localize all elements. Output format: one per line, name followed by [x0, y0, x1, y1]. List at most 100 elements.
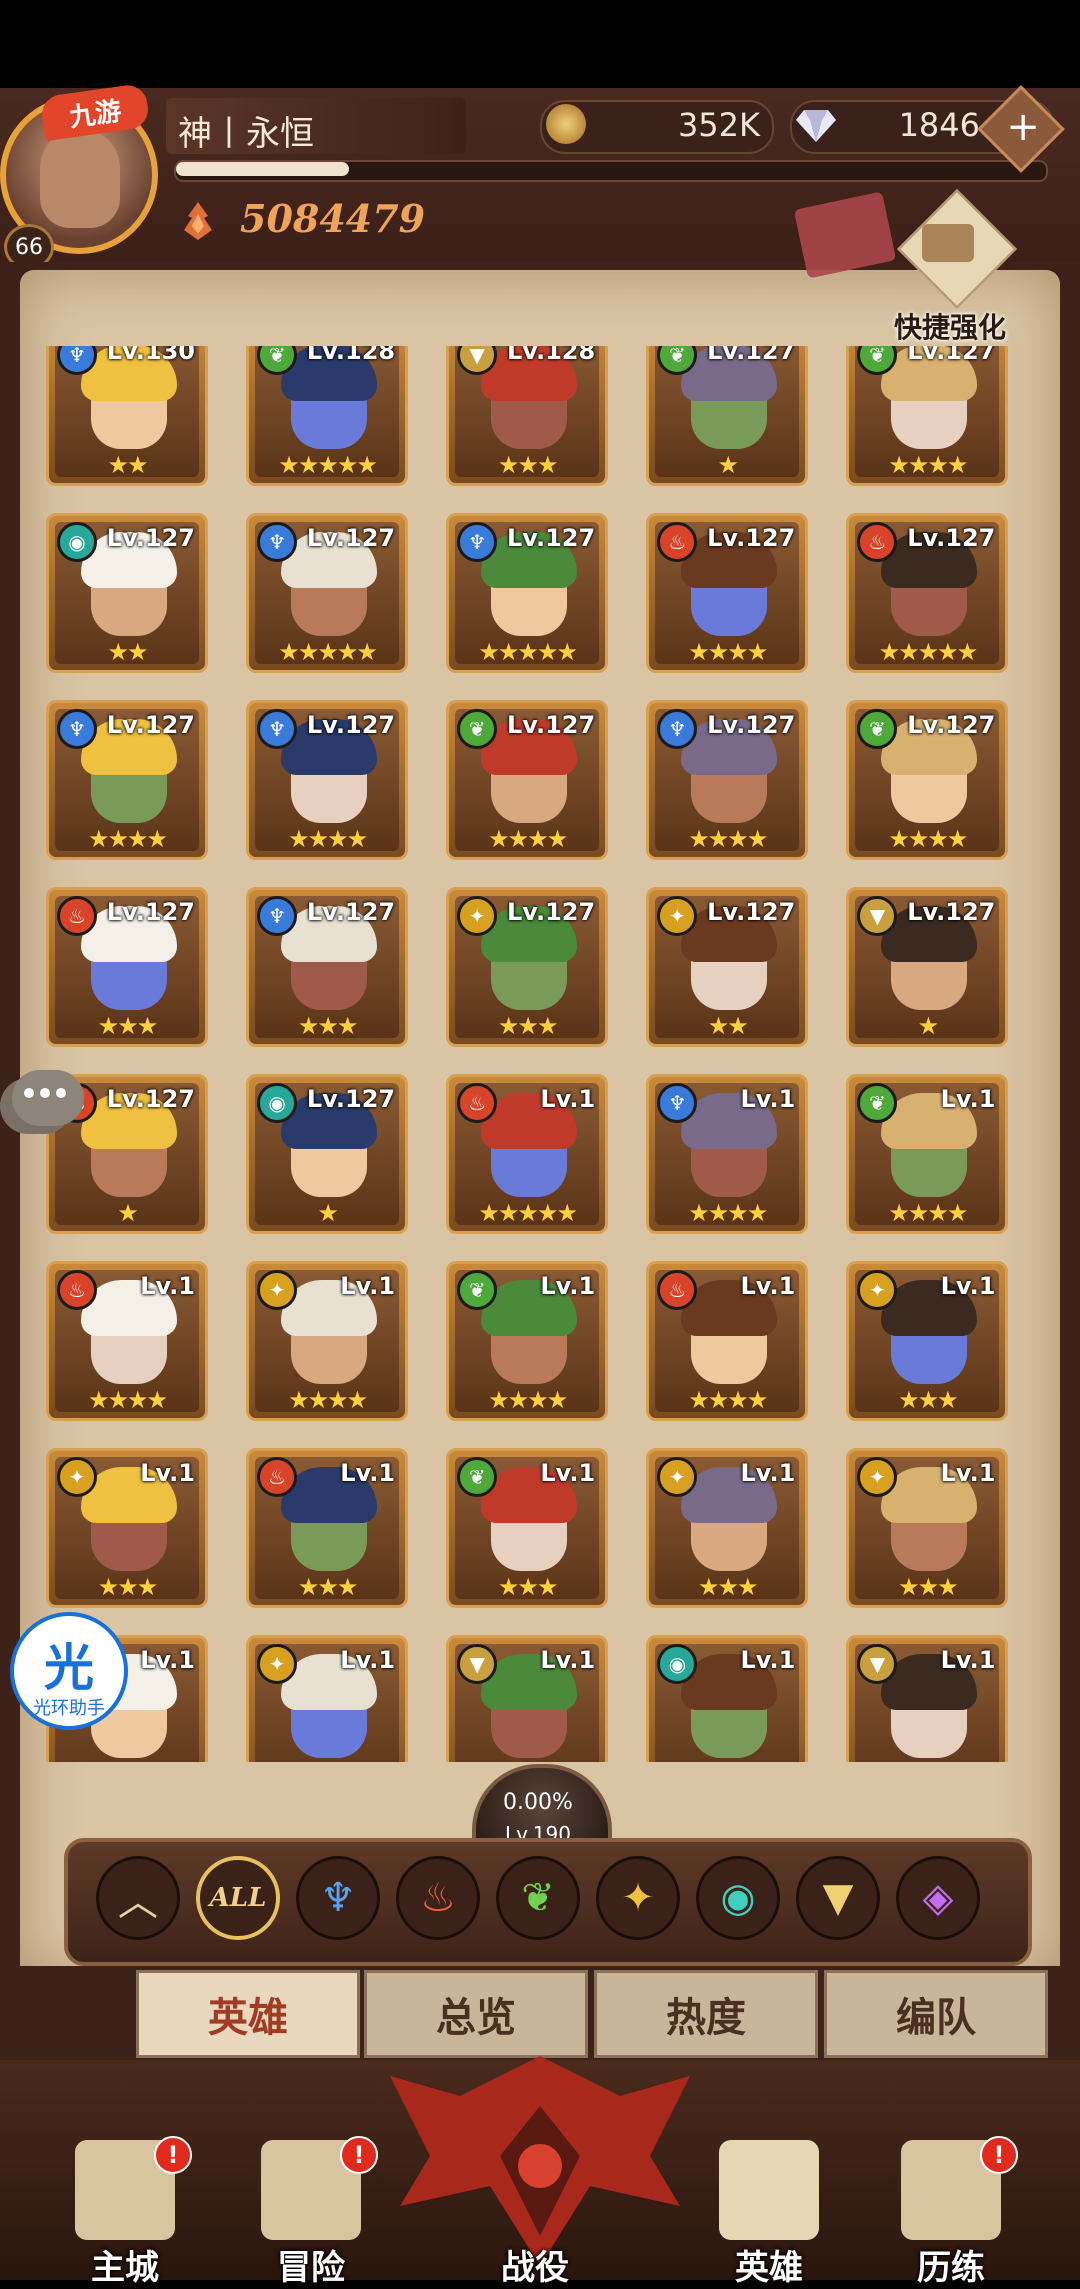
hero-card[interactable]: ❦ Lv.1 ★★★: [446, 1448, 609, 1609]
hero-stars: ★★★★: [288, 825, 368, 854]
hero-stars: ★★★★★: [478, 1199, 578, 1228]
hero-card[interactable]: ♆ Lv.127 ★★★★★: [446, 513, 609, 674]
tab-formation[interactable]: 编队: [824, 1970, 1048, 2058]
filter-water-button[interactable]: ♆: [296, 1856, 380, 1940]
hero-card[interactable]: ✦ Lv.127 ★★★: [446, 887, 609, 1048]
hero-card[interactable]: ✦ Lv.1 ★★★: [846, 1261, 1009, 1422]
hero-level: Lv.127: [707, 524, 796, 553]
nav-heroes[interactable]: 英雄: [694, 2140, 844, 2288]
chat-bubble-icon[interactable]: [0, 1064, 84, 1140]
filter-fire-button[interactable]: ♨: [396, 1856, 480, 1940]
nav-label: 英雄: [735, 2248, 803, 2288]
filter-nature-button[interactable]: ❦: [496, 1856, 580, 1940]
nav-campaign[interactable]: 战役: [460, 2140, 610, 2288]
tab-heroes[interactable]: 英雄: [136, 1970, 360, 2058]
hero-level: Lv.127: [506, 711, 596, 740]
hero-card[interactable]: ❦ Lv.127 ★★★★: [846, 700, 1009, 861]
hero-stars: ★★★: [97, 1573, 159, 1602]
nav-adventure[interactable]: ! 冒险: [236, 2136, 386, 2288]
water-icon: ♆: [457, 522, 498, 563]
hero-card[interactable]: ♆ Lv.130 ★★: [46, 346, 208, 486]
assistant-helper-button[interactable]: 光 光环助手: [10, 1612, 128, 1730]
hero-card[interactable]: ❦ Lv.1 ★★★★: [446, 1261, 609, 1422]
water-icon: ♆: [320, 1875, 356, 1921]
hero-level: Lv.127: [907, 711, 996, 740]
hero-stars: ★★★★: [488, 1386, 568, 1415]
hero-card[interactable]: ♨ Lv.1 ★★★★: [46, 1261, 208, 1422]
hero-level: Lv.1: [740, 1085, 796, 1114]
all-label: ALL: [209, 1883, 267, 1913]
hero-level: Lv.127: [907, 898, 996, 927]
fire-icon: ♨: [57, 1270, 97, 1311]
hero-stars: ★★★★: [288, 1386, 368, 1415]
hero-card[interactable]: ♨ Lv.127 ★★★★★: [846, 513, 1009, 674]
hero-level: Lv.1: [940, 1646, 996, 1675]
hero-level: Lv.127: [306, 898, 396, 927]
helper-glyph: 光: [44, 1639, 94, 1697]
nav-main-city[interactable]: ! 主城: [50, 2136, 200, 2288]
hero-card[interactable]: ♆ Lv.127 ★★★★★: [246, 513, 409, 674]
hero-card[interactable]: ♨ Lv.127 ★★★: [46, 887, 208, 1048]
filter-collapse-button[interactable]: ︿: [96, 1856, 180, 1940]
hero-card[interactable]: ♆ Lv.127 ★★★★: [46, 700, 208, 861]
filter-eye-button[interactable]: ◉: [696, 1856, 780, 1940]
sun-icon: ✦: [621, 1875, 655, 1921]
hero-card[interactable]: ❦ Lv.1 ★★★★: [846, 1074, 1009, 1235]
hero-stars: ★★★★★: [278, 638, 378, 667]
hero-card[interactable]: ◉ Lv.127 ★: [246, 1074, 409, 1235]
hero-stars: ★★: [107, 638, 148, 667]
nav-label: 冒险: [277, 2248, 345, 2288]
nav-label: 主城: [91, 2248, 159, 2288]
hero-card[interactable]: ✦ Lv.1 ★★★: [846, 1448, 1009, 1609]
filter-light-button[interactable]: ▼: [796, 1856, 880, 1940]
hero-card[interactable]: ❦ Lv.127 ★: [646, 346, 809, 486]
hero-card[interactable]: ♆ Lv.127 ★★★★: [646, 700, 809, 861]
hero-card[interactable]: ♆ Lv.127 ★★★: [246, 887, 409, 1048]
hero-level: Lv.127: [306, 524, 396, 553]
hero-stars: ★★★: [698, 1573, 759, 1602]
eye-icon: ◉: [257, 1083, 298, 1124]
hero-stars: ★★★★: [87, 825, 168, 854]
filter-all-button[interactable]: ALL: [196, 1856, 280, 1940]
hero-level: Lv.1: [940, 1085, 996, 1114]
hero-card[interactable]: ♆ Lv.1 ★★★★: [646, 1074, 809, 1235]
hero-card[interactable]: ♆ Lv.127 ★★★★: [246, 700, 409, 861]
hero-card[interactable]: ▼ Lv.128 ★★★: [446, 346, 609, 486]
hero-level: Lv.1: [540, 1646, 596, 1675]
hero-stars: ★★★★: [688, 1386, 768, 1415]
hero-card[interactable]: ✦ Lv.1 ★★★★: [246, 1261, 409, 1422]
hero-card[interactable]: ✦ Lv.1 ★★★: [46, 1448, 208, 1609]
hero-level: Lv.127: [907, 346, 996, 365]
hero-card[interactable]: ▼ Lv.1: [446, 1635, 609, 1762]
hero-card[interactable]: ♨ Lv.127 ★★★★: [646, 513, 809, 674]
hero-stars: ★★★: [297, 1573, 359, 1602]
hero-card[interactable]: ❦ Lv.128 ★★★★★: [246, 346, 409, 486]
hero-card[interactable]: ♨ Lv.1 ★★★★: [646, 1261, 809, 1422]
alert-badge: !: [154, 2136, 192, 2174]
quick-enhance-button[interactable]: 快捷强化: [860, 189, 1040, 346]
filter-sun-button[interactable]: ✦: [596, 1856, 680, 1940]
hero-card[interactable]: ❦ Lv.127 ★★★★: [846, 346, 1009, 486]
hero-card[interactable]: ♨ Lv.1 ★★★★★: [446, 1074, 609, 1235]
nav-training[interactable]: ! 历练: [876, 2136, 1026, 2288]
filter-void-button[interactable]: ◈: [896, 1856, 980, 1940]
hero-card[interactable]: ♨ Lv.1 ★★★: [246, 1448, 409, 1609]
hero-card[interactable]: ▼ Lv.127 ★: [846, 887, 1009, 1048]
hero-level: Lv.1: [540, 1272, 596, 1301]
hero-level: Lv.127: [707, 711, 796, 740]
gold-coin-icon: [546, 104, 586, 144]
hero-card[interactable]: ◉ Lv.1: [646, 1635, 809, 1762]
hero-card[interactable]: ✦ Lv.127 ★★: [646, 887, 809, 1048]
hero-card[interactable]: ✦ Lv.1: [246, 1635, 409, 1762]
hero-card[interactable]: ◉ Lv.127 ★★: [46, 513, 208, 674]
hero-stars: ★★★★: [87, 1386, 168, 1415]
hammer-icon: [922, 224, 974, 262]
hero-card[interactable]: ▼ Lv.1: [846, 1635, 1009, 1762]
hero-stars: ★★★: [898, 1573, 959, 1602]
fire-icon: ♨: [57, 896, 97, 937]
hero-card[interactable]: ✦ Lv.1 ★★★: [646, 1448, 809, 1609]
void-icon: ◈: [922, 1875, 954, 1921]
hero-card[interactable]: ❦ Lv.127 ★★★★: [446, 700, 609, 861]
hero-level: Lv.1: [540, 1085, 596, 1114]
hero-stars: ★★★★: [688, 1199, 768, 1228]
